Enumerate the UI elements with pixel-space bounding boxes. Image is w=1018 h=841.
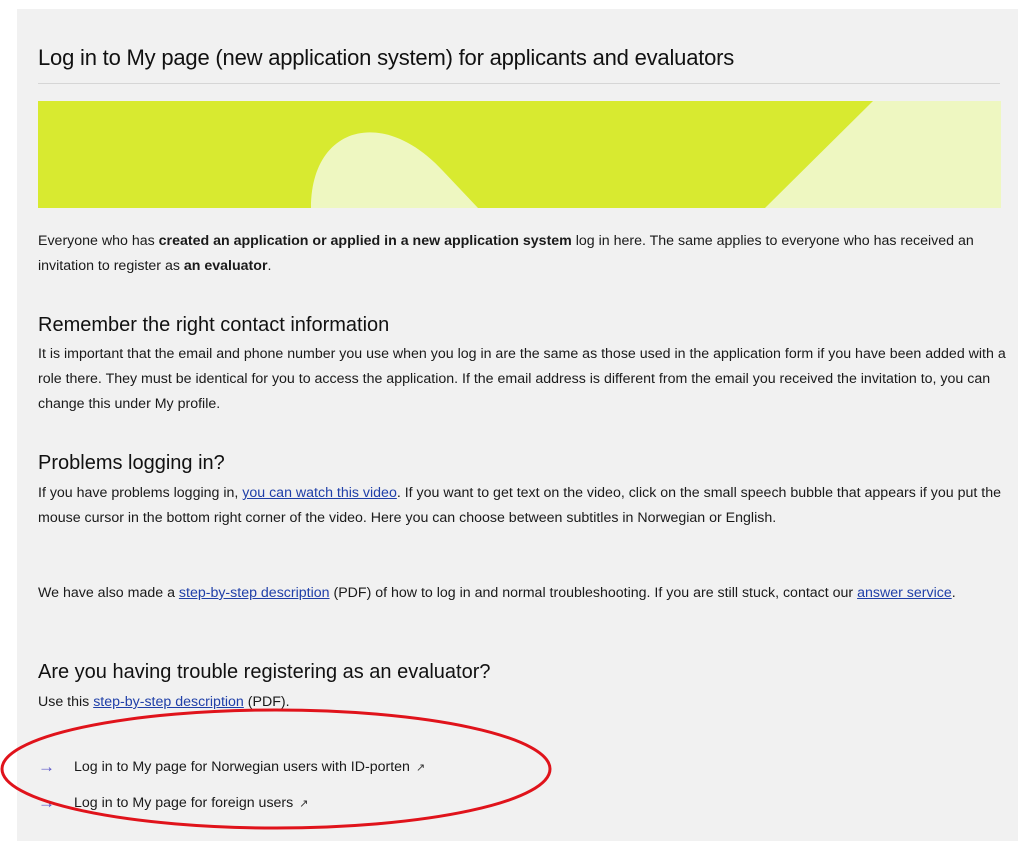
external-link-icon: ↗ xyxy=(299,797,309,810)
evaluator-step-by-step-link[interactable]: step-by-step description xyxy=(93,694,244,710)
answer-service-link[interactable]: answer service xyxy=(857,585,952,601)
step-by-step-link[interactable]: step-by-step description xyxy=(179,585,330,601)
evaluator-paragraph: Use this step-by-step description (PDF). xyxy=(38,694,290,710)
login-foreign-label: Log in to My page for foreign users xyxy=(74,795,294,811)
login-norwegian-link[interactable]: → Log in to My page for Norwegian users … xyxy=(38,754,425,780)
login-norwegian-label: Log in to My page for Norwegian users wi… xyxy=(74,759,410,775)
content-card: Log in to My page (new application syste… xyxy=(17,9,1018,841)
arrow-right-icon: → xyxy=(38,757,55,776)
decorative-banner xyxy=(38,101,1001,208)
arrow-right-icon: → xyxy=(38,793,55,812)
evaluator-heading: Are you having trouble registering as an… xyxy=(38,661,491,683)
contact-info-heading: Remember the right contact information xyxy=(38,314,390,336)
intro-paragraph: Everyone who has created an application … xyxy=(38,233,974,274)
watch-video-link[interactable]: you can watch this video xyxy=(242,485,397,501)
contact-info-paragraph: It is important that the email and phone… xyxy=(38,346,1006,412)
problems-heading: Problems logging in? xyxy=(38,452,225,474)
page-title: Log in to My page (new application syste… xyxy=(38,45,735,70)
problems-paragraph: If you have problems logging in, you can… xyxy=(38,485,1001,526)
step-by-step-paragraph: We have also made a step-by-step descrip… xyxy=(38,585,956,601)
external-link-icon: ↗ xyxy=(415,761,426,774)
title-divider xyxy=(38,83,1000,84)
login-foreign-link[interactable]: → Log in to My page for foreign users ↗ xyxy=(38,790,308,816)
